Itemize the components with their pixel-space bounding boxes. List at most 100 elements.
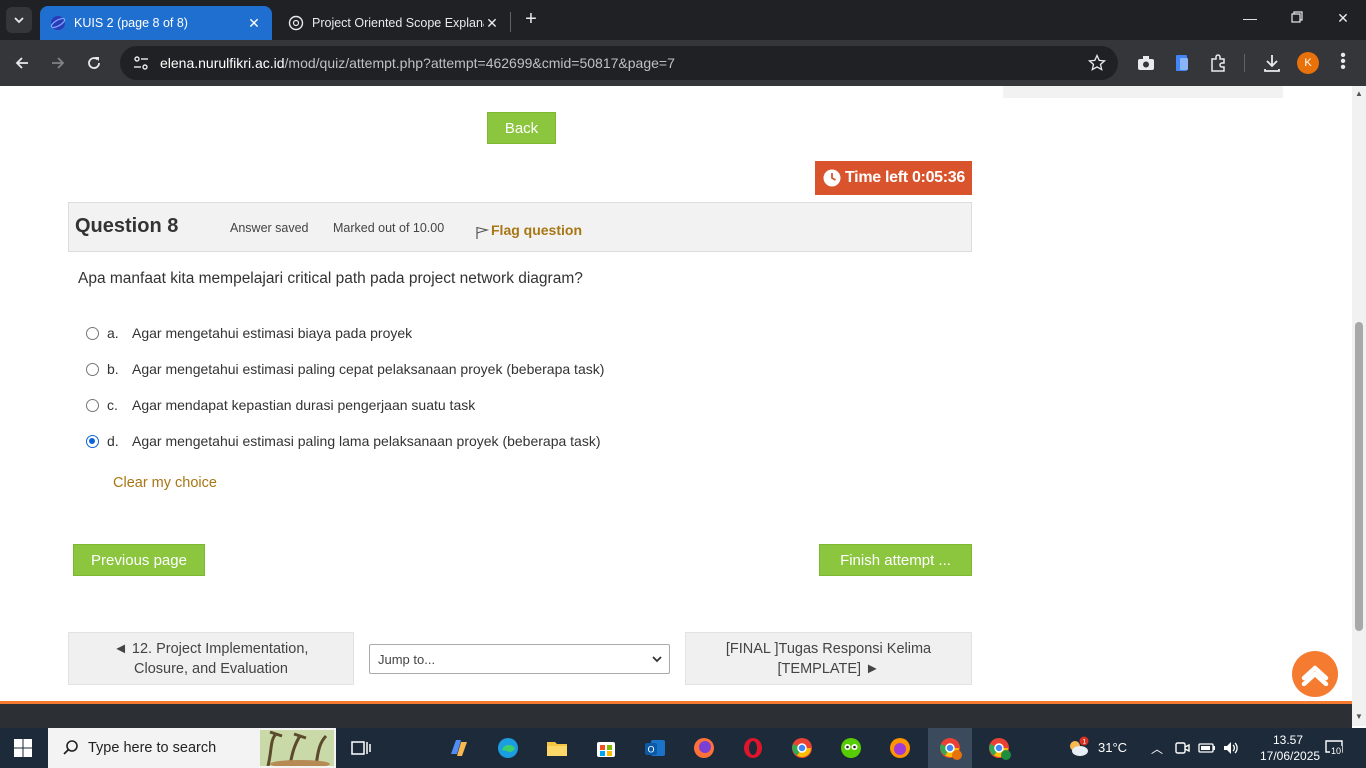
answer-text: Agar mengetahui estimasi paling cepat pe… [132, 361, 605, 377]
question-grade: Marked out of 10.00 [333, 221, 445, 235]
jump-to-select[interactable]: Jump to... [369, 644, 670, 674]
site-info-icon[interactable] [132, 54, 150, 72]
back-arrow-icon[interactable] [10, 51, 34, 75]
scroll-to-top-button[interactable] [1292, 651, 1338, 697]
answer-text: Agar mengetahui estimasi biaya pada proy… [132, 325, 413, 341]
answer-letter: c. [107, 397, 118, 413]
outlook-icon[interactable]: O [643, 736, 667, 760]
next-activity-line1: [FINAL ]Tugas Responsi Kelima [725, 640, 932, 657]
camera-icon[interactable] [1136, 53, 1156, 73]
scrollbar-thumb[interactable] [1355, 322, 1363, 631]
finish-attempt-button[interactable]: Finish attempt ... [819, 544, 972, 576]
chevron-up-icon [1301, 665, 1329, 686]
weather-temperature[interactable]: 31°C [1098, 740, 1127, 755]
answer-option-c[interactable]: c. Agar mendapat kepastian durasi penger… [86, 397, 475, 413]
answer-option-d[interactable]: d. Agar mengetahui estimasi paling lama … [86, 433, 601, 449]
answer-letter: d. [107, 433, 119, 449]
firefox-icon[interactable] [692, 736, 716, 760]
quiz-page: Back Time left 0:05:36 Question 8 Answer… [0, 86, 1352, 701]
question-info-bar: Question 8 Answer saved Marked out of 10… [68, 202, 972, 252]
notification-count: 10 [1330, 746, 1343, 756]
browser-tab[interactable]: Project Oriented Scope Explana ✕ [278, 6, 510, 40]
volume-icon[interactable] [1222, 740, 1240, 756]
answer-letter: b. [107, 361, 119, 377]
tab-search-button[interactable] [6, 7, 32, 33]
answer-radio[interactable] [86, 326, 99, 340]
quiz-timer: Time left 0:05:36 [815, 161, 972, 195]
clear-choice-link[interactable]: Clear my choice [113, 475, 217, 491]
url-host: elena.nurulfikri.ac.id [160, 55, 285, 71]
close-window-icon[interactable]: ✕ [1333, 10, 1353, 27]
clock-date: 17/06/2025 [1260, 749, 1321, 763]
forward-arrow-icon[interactable] [46, 51, 70, 75]
chrome-profile-icon[interactable] [938, 736, 962, 760]
show-hidden-icons-icon[interactable]: ︿ [1151, 740, 1163, 757]
firefox-alt-icon[interactable] [888, 736, 912, 760]
minimize-icon[interactable]: — [1240, 10, 1260, 26]
notification-center-icon[interactable]: 10 [1324, 738, 1344, 758]
taskbar-clock[interactable]: 13.57 17/06/2025 [1260, 732, 1321, 764]
url-text: elena.nurulfikri.ac.id/mod/quiz/attempt.… [160, 55, 675, 71]
time-left-text: Time left 0:05:36 [845, 169, 965, 186]
next-activity-line2: [TEMPLATE] ► [777, 660, 880, 677]
clock-icon [823, 169, 841, 187]
answer-radio[interactable] [86, 362, 99, 376]
bookmark-star-icon[interactable] [1088, 54, 1106, 72]
copilot-icon[interactable] [447, 736, 471, 760]
tab-close-icon[interactable]: ✕ [246, 15, 262, 32]
file-explorer-icon[interactable] [545, 736, 569, 760]
taskbar-search-box[interactable]: Type here to search [48, 728, 336, 768]
previous-activity-line1: ◄ 12. Project Implementation, [113, 640, 309, 657]
extensions-puzzle-icon[interactable] [1208, 53, 1228, 73]
battery-icon[interactable] [1198, 740, 1216, 756]
flag-icon [476, 226, 489, 239]
flag-question-label: Flag question [491, 222, 582, 238]
microsoft-store-icon[interactable] [594, 736, 618, 760]
toolbar-divider [1244, 54, 1245, 72]
weather-cloud-icon[interactable]: 1 [1066, 736, 1090, 760]
browser-toolbar: elena.nurulfikri.ac.id/mod/quiz/attempt.… [0, 40, 1366, 86]
flag-question-button[interactable]: Flag question [475, 220, 582, 240]
answer-radio[interactable] [86, 398, 99, 412]
answer-option-b[interactable]: b. Agar mengetahui estimasi paling cepat… [86, 361, 604, 377]
task-view-icon[interactable] [349, 736, 373, 760]
tab-divider [510, 12, 511, 32]
opera-icon[interactable] [741, 736, 765, 760]
answer-letter: a. [107, 325, 119, 341]
new-tab-button[interactable]: + [520, 9, 542, 31]
profile-avatar[interactable]: K [1297, 52, 1319, 74]
question-number: Question 8 [75, 215, 179, 237]
windows-start-icon[interactable] [14, 739, 32, 757]
answer-option-a[interactable]: a. Agar mengetahui estimasi biaya pada p… [86, 325, 412, 341]
reload-icon[interactable] [82, 51, 106, 75]
document-extension-icon[interactable] [1172, 53, 1192, 73]
answer-text: Agar mengetahui estimasi paling lama pel… [132, 433, 601, 449]
tab-title: KUIS 2 (page 8 of 8) [74, 16, 188, 30]
previous-activity-link[interactable]: ◄ 12. Project Implementation, Closure, a… [68, 632, 354, 685]
next-activity-link[interactable]: [FINAL ]Tugas Responsi Kelima [TEMPLATE]… [685, 632, 972, 685]
chevron-down-icon [14, 17, 24, 24]
edge-browser-icon[interactable] [496, 736, 520, 760]
page-scrollbar[interactable]: ▲ ▼ [1352, 86, 1366, 726]
browser-menu-icon[interactable]: • • • [1335, 48, 1351, 76]
search-placeholder: Type here to search [88, 740, 217, 756]
chrome-icon[interactable] [790, 736, 814, 760]
svg-text:1: 1 [1082, 737, 1086, 745]
scroll-up-arrow-icon[interactable]: ▲ [1355, 89, 1363, 98]
duolingo-icon[interactable] [839, 736, 863, 760]
search-icon [63, 740, 78, 755]
previous-page-button[interactable]: Previous page [73, 544, 205, 576]
browser-tab-active[interactable]: KUIS 2 (page 8 of 8) ✕ [40, 6, 272, 40]
chrome-profile-2-icon[interactable] [987, 736, 1011, 760]
browser-tab-bar: KUIS 2 (page 8 of 8) ✕ Project Oriented … [0, 0, 1366, 40]
address-bar[interactable]: elena.nurulfikri.ac.id/mod/quiz/attempt.… [120, 46, 1118, 80]
download-icon[interactable] [1262, 53, 1282, 73]
scroll-down-arrow-icon[interactable]: ▼ [1355, 712, 1363, 721]
answer-radio-selected[interactable] [86, 434, 99, 448]
restore-icon[interactable] [1287, 10, 1307, 26]
back-button[interactable]: Back [487, 112, 556, 144]
answer-text: Agar mendapat kepastian durasi pengerjaa… [132, 397, 476, 413]
sidebar-block [1003, 86, 1283, 98]
tab-close-icon[interactable]: ✕ [484, 15, 500, 32]
meet-now-icon[interactable] [1174, 739, 1190, 757]
